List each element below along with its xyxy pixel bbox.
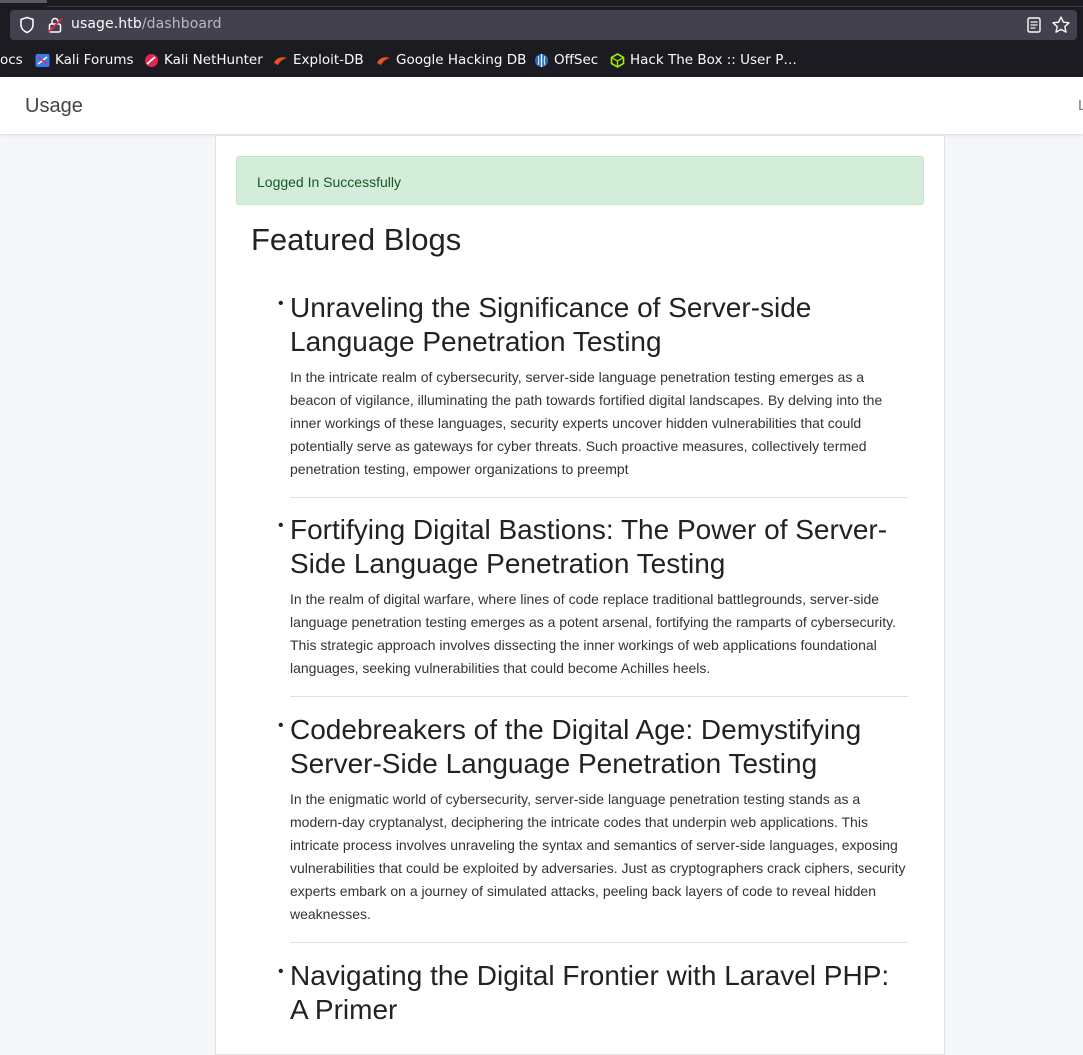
address-bar[interactable]: usage.htb/dashboard xyxy=(10,10,1077,40)
bookmark-label: Google Hacking DB xyxy=(396,52,527,68)
reader-view-icon[interactable] xyxy=(1025,16,1043,34)
section-title: Featured Blogs xyxy=(251,222,462,257)
bookmark-label: Hack The Box :: User P… xyxy=(630,52,797,68)
bookmark-label: OffSec xyxy=(554,52,599,68)
blog-title[interactable]: Fortifying Digital Bastions: The Power o… xyxy=(290,513,910,581)
bullet-icon: • xyxy=(278,295,284,312)
bookmark-label: Exploit-DB xyxy=(293,52,364,68)
offsec-icon xyxy=(535,53,548,67)
insecure-lock-icon[interactable] xyxy=(46,16,64,34)
blog-excerpt: In the enigmatic world of cybersecurity,… xyxy=(290,791,906,922)
blog-divider xyxy=(290,497,908,498)
bookmark-kali-nethunter[interactable]: Kali NetHunter xyxy=(144,52,263,68)
bookmark-hack-the-box[interactable]: Hack The Box :: User P… xyxy=(610,52,797,68)
app-navbar: Usage L xyxy=(0,77,1083,134)
success-alert: Logged In Successfully xyxy=(236,156,924,205)
blog-title[interactable]: Codebreakers of the Digital Age: Demysti… xyxy=(290,713,910,781)
blog-divider xyxy=(290,696,908,697)
bookmark-label: ocs xyxy=(0,52,23,68)
url-path: /dashboard xyxy=(141,16,222,32)
kali-nethunter-icon xyxy=(145,53,158,67)
blog-item: • Codebreakers of the Digital Age: Demys… xyxy=(278,713,910,959)
tab-strip xyxy=(47,0,1083,7)
url-host: usage.htb xyxy=(71,16,142,32)
blog-excerpt: In the intricate realm of cybersecurity,… xyxy=(290,369,883,477)
browser-toolbar: usage.htb/dashboard ocs Kali Forums Kali… xyxy=(0,0,1083,77)
blog-title[interactable]: Navigating the Digital Frontier with Lar… xyxy=(290,959,910,1027)
blog-item: • Unraveling the Significance of Server-… xyxy=(278,291,910,513)
bookmark-docs[interactable]: ocs xyxy=(0,52,23,68)
blog-divider xyxy=(290,942,908,943)
hack-the-box-icon xyxy=(610,52,625,68)
content-card: Logged In Successfully Featured Blogs • … xyxy=(215,135,945,1055)
blog-item: • Fortifying Digital Bastions: The Power… xyxy=(278,513,910,713)
bookmark-label: Kali NetHunter xyxy=(164,52,263,68)
active-tab-indicator[interactable] xyxy=(0,0,47,3)
blog-excerpt: In the realm of digital warfare, where l… xyxy=(290,591,896,676)
kali-forums-icon xyxy=(35,53,50,67)
bookmark-kali-forums[interactable]: Kali Forums xyxy=(35,52,134,68)
bookmark-label: Kali Forums xyxy=(55,52,134,68)
blog-item: • Navigating the Digital Frontier with L… xyxy=(278,959,910,1039)
blog-title[interactable]: Unraveling the Significance of Server-si… xyxy=(290,291,910,359)
bookmark-exploit-db[interactable]: Exploit-DB xyxy=(273,52,364,68)
url-text[interactable]: usage.htb/dashboard xyxy=(71,16,222,32)
bullet-icon: • xyxy=(278,717,284,734)
bookmarks-toolbar: ocs Kali Forums Kali NetHunter Exploit-D… xyxy=(0,48,1083,74)
shield-icon[interactable] xyxy=(18,16,36,34)
bullet-icon: • xyxy=(278,963,284,980)
exploit-db-icon xyxy=(274,56,287,65)
bookmark-offsec[interactable]: OffSec xyxy=(534,52,598,68)
bookmark-star-icon[interactable] xyxy=(1051,15,1071,35)
navbar-right-link[interactable]: L xyxy=(1078,97,1083,114)
blog-list: • Unraveling the Significance of Server-… xyxy=(278,291,910,1039)
bookmark-google-hacking-db[interactable]: Google Hacking DB xyxy=(376,52,526,68)
google-hacking-db-icon xyxy=(377,56,390,65)
brand-link[interactable]: Usage xyxy=(25,95,83,118)
bullet-icon: • xyxy=(278,517,284,534)
